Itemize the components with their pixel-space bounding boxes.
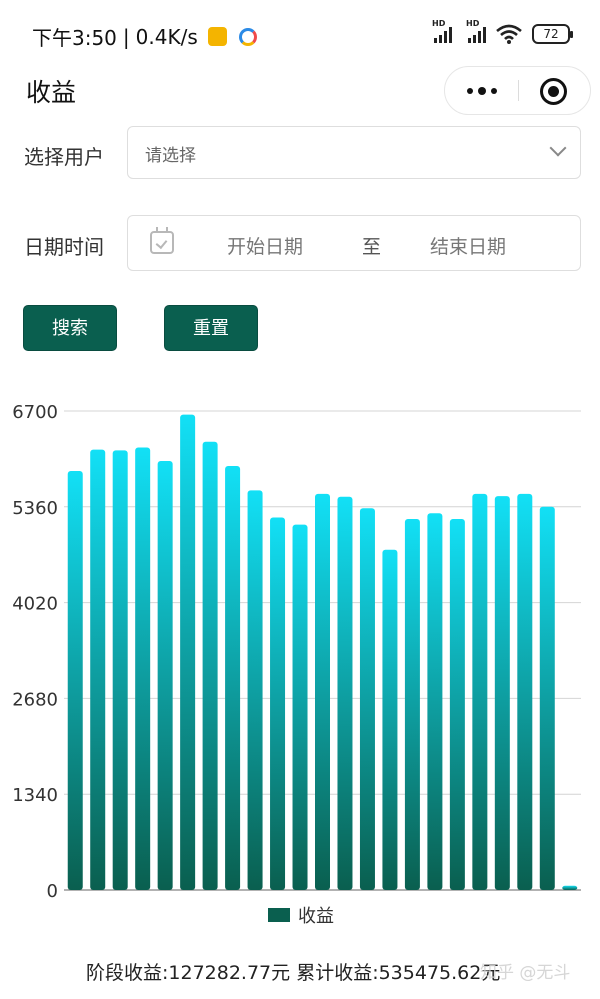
status-separator: | (122, 24, 130, 49)
earnings-bar[interactable] (225, 466, 241, 890)
earnings-bar-chart: 0 1340 2680 4020 5360 6700 收益 (12, 402, 581, 927)
earnings-bar[interactable] (112, 450, 128, 890)
battery-icon: 72 (532, 24, 573, 44)
hd-label-2: HD (466, 19, 480, 28)
earnings-bar[interactable] (247, 490, 263, 890)
earnings-bar[interactable] (337, 496, 353, 890)
y-tick-label: 5360 (12, 498, 58, 519)
y-tick-label: 6700 (12, 402, 58, 423)
earnings-bar[interactable] (292, 524, 308, 890)
status-time: 下午3:50 (32, 26, 117, 50)
signal-2-icon: HD (466, 19, 486, 43)
y-tick-label: 1340 (12, 785, 58, 806)
close-mini-program-icon[interactable] (540, 78, 567, 105)
earnings-chart: 0 1340 2680 4020 5360 6700 收益 (0, 392, 600, 940)
y-tick-label: 0 (47, 881, 58, 902)
earnings-bar[interactable] (427, 513, 443, 890)
earnings-bar[interactable] (539, 506, 555, 890)
notification-browser-icon (238, 27, 257, 46)
earnings-bar[interactable] (494, 496, 510, 890)
earnings-bar[interactable] (315, 493, 330, 890)
start-date-input[interactable]: 开始日期 (227, 232, 303, 259)
y-tick-label: 2680 (12, 689, 58, 710)
earnings-bar[interactable] (202, 441, 218, 890)
watermark: 知乎 @无斗 (480, 963, 571, 983)
earnings-bar[interactable] (472, 493, 488, 890)
earnings-bar[interactable] (180, 414, 196, 890)
more-button[interactable] (445, 67, 518, 114)
earnings-bar[interactable] (270, 517, 286, 890)
earnings-bar[interactable] (67, 471, 83, 890)
mini-program-capsule (444, 66, 591, 115)
battery-level: 72 (543, 27, 559, 41)
hd-label-1: HD (432, 19, 446, 28)
end-date-input[interactable]: 结束日期 (430, 232, 506, 259)
calendar-icon (150, 227, 174, 254)
date-range-separator: 至 (362, 236, 382, 258)
legend-label[interactable]: 收益 (298, 906, 334, 927)
earnings-bar[interactable] (90, 449, 106, 890)
earnings-bar[interactable] (359, 508, 375, 890)
earnings-bar[interactable] (135, 447, 151, 890)
legend-swatch (268, 908, 290, 922)
earnings-bar[interactable] (382, 549, 398, 890)
signal-1-icon: HD (432, 19, 452, 43)
earnings-bar[interactable] (157, 461, 173, 890)
date-range-picker: 开始日期 至 结束日期 (127, 215, 581, 271)
network-speed: 0.4K/s (135, 24, 198, 49)
more-dot-icon (490, 87, 497, 94)
status-left: 下午3:50 | 0.4K/s (32, 22, 257, 51)
status-right: HD HD 72 (432, 19, 573, 44)
date-label: 日期时间 (24, 235, 104, 259)
more-dot-icon (477, 86, 486, 95)
capsule-divider (518, 80, 519, 101)
user-select-placeholder: 请选择 (145, 146, 196, 166)
chevron-down-icon (549, 139, 567, 157)
earnings-bar[interactable] (404, 518, 420, 890)
earnings-bar[interactable] (562, 885, 578, 890)
reset-button[interactable]: 重置 (164, 305, 258, 351)
more-dot-icon (466, 87, 473, 94)
status-bar: 下午3:50 | 0.4K/s HD HD 72 (0, 0, 600, 70)
earnings-summary: 阶段收益:127282.77元 累计收益:535475.62元 (86, 962, 501, 984)
wifi-icon (496, 24, 522, 44)
notification-app-icon (207, 27, 227, 46)
user-select[interactable]: 请选择 (127, 126, 581, 179)
y-tick-label: 4020 (12, 594, 58, 615)
search-button[interactable]: 搜索 (23, 305, 117, 351)
page-title: 收益 (26, 78, 77, 107)
earnings-bar[interactable] (517, 493, 533, 890)
earnings-bar[interactable] (449, 518, 465, 890)
user-label: 选择用户 (24, 145, 104, 169)
